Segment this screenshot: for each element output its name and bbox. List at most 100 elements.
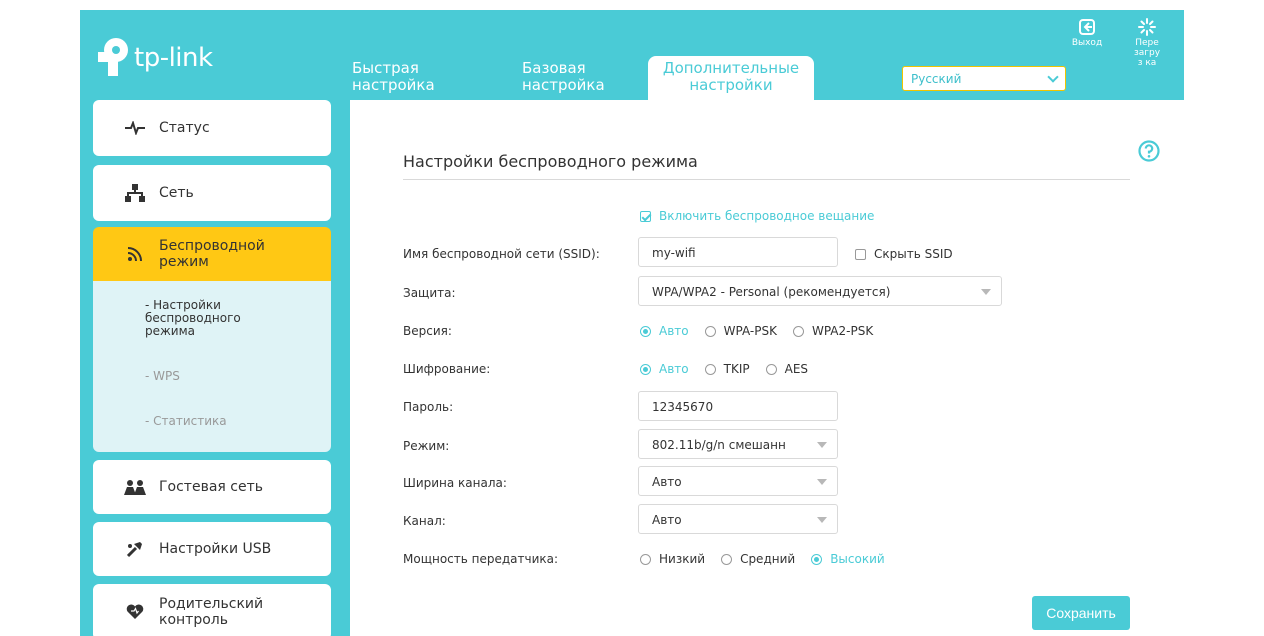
enable-broadcast-checkbox[interactable]: Включить беспроводное вещание bbox=[640, 209, 874, 223]
pulse-icon bbox=[123, 116, 147, 140]
tx-power-medium-radio[interactable]: Средний bbox=[721, 552, 795, 566]
radio-label: TKIP bbox=[723, 362, 750, 376]
version-label: Версия: bbox=[403, 324, 452, 338]
checkbox-box bbox=[640, 210, 651, 222]
tab-advanced[interactable]: Дополнительные настройки bbox=[648, 56, 814, 100]
app-window: tp-link Быстрая настройка Базовая настро… bbox=[80, 10, 1184, 636]
tx-power-radio-group: Низкий Средний Высокий bbox=[640, 552, 901, 566]
page-title: Настройки беспроводного режима bbox=[403, 152, 698, 171]
sidebar-item-network[interactable]: Сеть bbox=[93, 165, 331, 221]
version-wpa-psk-radio[interactable]: WPA-PSK bbox=[704, 324, 777, 338]
sidebar-item-label: Родительский контроль bbox=[159, 596, 264, 628]
encryption-aes-radio[interactable]: AES bbox=[765, 362, 809, 376]
tab-basic[interactable]: Базовая настройка bbox=[522, 60, 622, 94]
version-auto-radio[interactable]: Авто bbox=[640, 324, 689, 338]
radio-label: AES bbox=[784, 362, 809, 376]
radio-dot bbox=[792, 325, 804, 337]
channel-select[interactable]: Авто bbox=[638, 504, 838, 534]
dropdown-arrow-icon bbox=[817, 479, 827, 485]
wireless-submenu: - Настройки беспроводного режима - WPS -… bbox=[93, 281, 331, 452]
security-label: Защита: bbox=[403, 286, 456, 300]
channel-width-select[interactable]: Авто bbox=[638, 466, 838, 496]
radio-dot bbox=[721, 553, 733, 565]
sidebar-item-label: Статус bbox=[159, 120, 210, 136]
checkbox-label: Включить беспроводное вещание bbox=[659, 209, 875, 223]
encryption-auto-radio[interactable]: Авто bbox=[640, 362, 689, 376]
ssid-label: Имя беспроводной сети (SSID): bbox=[403, 247, 600, 261]
mode-label: Режим: bbox=[403, 439, 450, 453]
sidebar-item-wireless[interactable]: Беспроводной режим bbox=[93, 227, 331, 281]
password-input[interactable]: 12345670 bbox=[638, 391, 838, 421]
reboot-button[interactable]: Пере загруз ка bbox=[1128, 18, 1166, 68]
sidebar-item-label: Настройки USB bbox=[159, 541, 272, 557]
wifi-icon bbox=[123, 242, 147, 266]
version-radio-group: Авто WPA-PSK WPA2-PSK bbox=[640, 324, 889, 338]
chevron-down-icon bbox=[1047, 70, 1059, 83]
radio-dot bbox=[811, 553, 823, 565]
encryption-label: Шифрование: bbox=[403, 362, 491, 376]
language-select[interactable]: Русский bbox=[902, 66, 1066, 91]
channel-width-label: Ширина канала: bbox=[403, 476, 507, 490]
network-icon bbox=[123, 181, 147, 205]
radio-label: WPA-PSK bbox=[723, 324, 777, 338]
logout-icon bbox=[1079, 19, 1095, 35]
submenu-item-wps[interactable]: - WPS bbox=[145, 370, 180, 383]
sidebar-item-guest-network[interactable]: Гостевая сеть bbox=[93, 460, 331, 514]
logout-label: Выход bbox=[1071, 38, 1103, 48]
radio-dot bbox=[640, 325, 651, 337]
version-wpa2-psk-radio[interactable]: WPA2-PSK bbox=[792, 324, 874, 338]
mode-select[interactable]: 802.11b/g/n смешанн bbox=[638, 429, 838, 459]
dropdown-arrow-icon bbox=[981, 289, 991, 295]
sidebar-item-usb[interactable]: Настройки USB bbox=[93, 522, 331, 576]
tp-link-logo: tp-link bbox=[94, 36, 213, 80]
radio-label: Высокий bbox=[830, 552, 885, 566]
radio-dot bbox=[640, 363, 651, 375]
sidebar-item-label: Сеть bbox=[159, 185, 194, 201]
tx-power-label: Мощность передатчика: bbox=[403, 552, 559, 566]
logo-mark-icon bbox=[98, 38, 128, 76]
radio-label: Средний bbox=[740, 552, 796, 566]
checkbox-box bbox=[855, 248, 866, 260]
submenu-item-wireless-settings[interactable]: - Настройки беспроводного режима bbox=[145, 299, 275, 338]
radio-label: WPA2-PSK bbox=[811, 324, 874, 338]
checkbox-label: Скрыть SSID bbox=[874, 247, 953, 261]
hide-ssid-checkbox[interactable]: Скрыть SSID bbox=[855, 247, 953, 261]
guests-icon bbox=[123, 475, 147, 499]
channel-select-value: Авто bbox=[652, 513, 682, 527]
security-select-value: WPA/WPA2 - Personal (рекомендуется) bbox=[652, 285, 891, 299]
save-button[interactable]: Сохранить bbox=[1032, 596, 1130, 630]
encryption-radio-group: Авто TKIP AES bbox=[640, 362, 824, 376]
ssid-input[interactable]: my-wifi bbox=[638, 237, 838, 267]
help-icon[interactable] bbox=[1138, 140, 1160, 162]
heart-icon bbox=[123, 600, 147, 624]
radio-label: Авто bbox=[659, 362, 689, 376]
tx-power-low-radio[interactable]: Низкий bbox=[640, 552, 705, 566]
reboot-icon bbox=[1138, 18, 1156, 36]
sidebar-item-status[interactable]: Статус bbox=[93, 100, 331, 156]
encryption-tkip-radio[interactable]: TKIP bbox=[704, 362, 750, 376]
channel-width-select-value: Авто bbox=[652, 475, 682, 489]
channel-label: Канал: bbox=[403, 514, 446, 528]
sidebar-item-parental-control[interactable]: Родительский контроль bbox=[93, 584, 331, 636]
radio-label: Авто bbox=[659, 324, 689, 338]
logo-text: tp-link bbox=[134, 43, 213, 73]
tx-power-high-radio[interactable]: Высокий bbox=[811, 552, 885, 566]
dropdown-arrow-icon bbox=[817, 517, 827, 523]
usb-icon bbox=[123, 537, 147, 561]
mode-select-value: 802.11b/g/n смешанн bbox=[652, 438, 786, 452]
logout-button[interactable]: Выход bbox=[1070, 18, 1104, 48]
content-panel: Настройки беспроводного режима Включить … bbox=[350, 100, 1184, 636]
radio-dot bbox=[765, 363, 777, 375]
language-select-value: Русский bbox=[911, 71, 962, 86]
password-label: Пароль: bbox=[403, 400, 454, 414]
sidebar-item-label: Беспроводной режим bbox=[159, 238, 265, 270]
dropdown-arrow-icon bbox=[817, 442, 827, 448]
sidebar-item-label: Гостевая сеть bbox=[159, 479, 263, 495]
reboot-label: Пере загруз ка bbox=[1133, 38, 1161, 68]
radio-dot bbox=[640, 553, 651, 565]
radio-dot bbox=[704, 325, 716, 337]
security-select[interactable]: WPA/WPA2 - Personal (рекомендуется) bbox=[638, 276, 1002, 306]
submenu-item-statistics[interactable]: - Статистика bbox=[145, 415, 227, 428]
tab-quick-setup[interactable]: Быстрая настройка bbox=[352, 60, 452, 94]
title-divider bbox=[403, 179, 1130, 180]
